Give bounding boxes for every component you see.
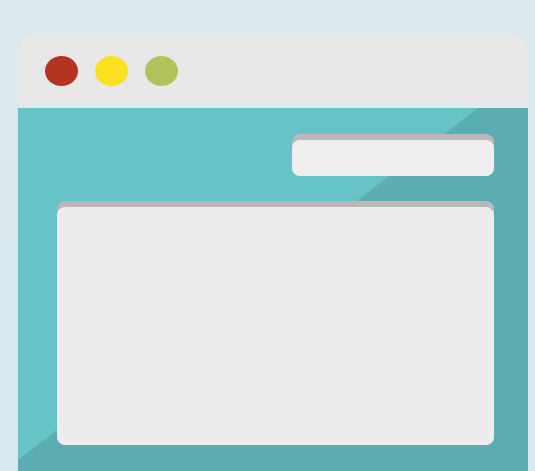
minimize-button[interactable] [95, 56, 128, 86]
browser-window [18, 34, 528, 471]
window-content [18, 108, 528, 471]
search-input[interactable] [292, 140, 494, 176]
title-bar [18, 34, 528, 108]
close-button[interactable] [45, 56, 78, 86]
maximize-button[interactable] [145, 56, 178, 86]
search-field-frame [292, 134, 494, 176]
main-panel [57, 207, 494, 445]
main-panel-frame [57, 201, 494, 445]
